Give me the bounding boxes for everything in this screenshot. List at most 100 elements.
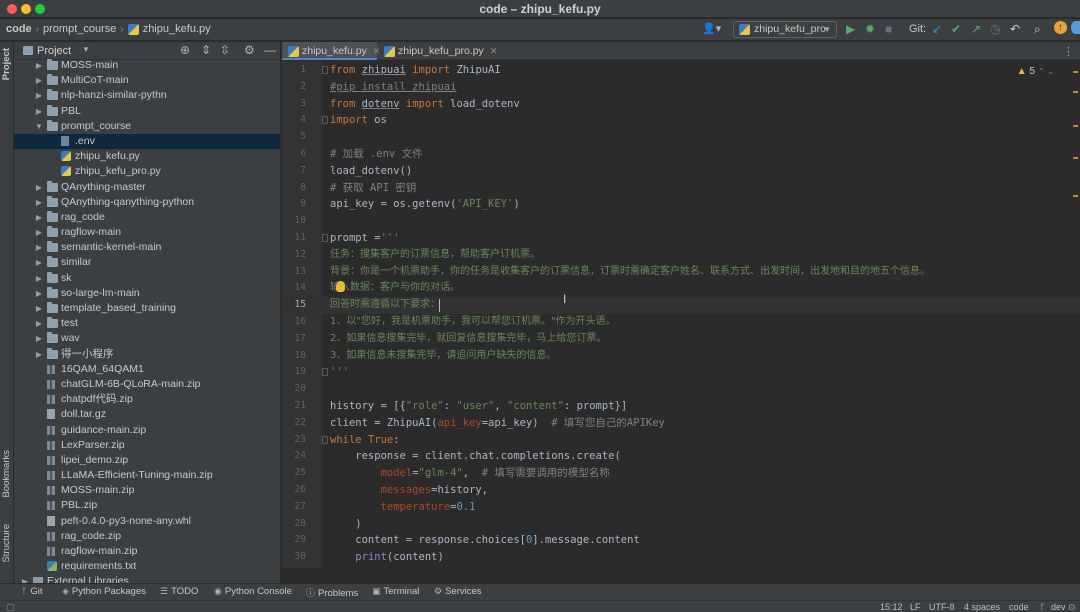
chevron-right-icon[interactable]: ▶ (34, 301, 44, 316)
chevron-right-icon[interactable]: ▶ (34, 255, 44, 270)
editor-scroll-markers[interactable] (1072, 65, 1078, 560)
chevron-right-icon[interactable]: ▶ (34, 180, 44, 195)
close-icon[interactable]: ✕ (490, 46, 498, 56)
code-line[interactable]: 5 (282, 129, 1080, 146)
tool-window-button[interactable]: ⚙ Services (434, 586, 482, 597)
chevron-right-icon[interactable]: ▶ (34, 316, 44, 331)
minimize-icon[interactable]: — (264, 43, 276, 57)
inspection-widget[interactable]: ▲ 5 ⌃ ⌄ (1017, 66, 1054, 77)
structure-tool-tab[interactable]: Structure (1, 524, 12, 563)
push-icon[interactable]: ↗ (971, 22, 981, 36)
chevron-down-icon[interactable]: ▼ (82, 45, 90, 54)
tree-folder[interactable]: ▶ wav (14, 331, 280, 346)
indent-setting[interactable]: 4 spaces (964, 601, 1000, 612)
git-branch[interactable]: dev (1051, 601, 1066, 612)
chevron-right-icon[interactable]: ▶ (34, 210, 44, 225)
tree-file[interactable]: MOSS-main.zip (14, 483, 280, 498)
tree-file[interactable]: LLaMA-Efficient-Tuning-main.zip (14, 468, 280, 483)
search-icon[interactable]: ⌕ (1034, 22, 1041, 36)
code-line[interactable]: 14 输入数据：客户与你的对话。 (282, 280, 1080, 297)
user-icon[interactable]: 👤▾ (702, 22, 721, 36)
caret-position[interactable]: 15:12 (880, 601, 903, 612)
python-interpreter[interactable]: code (1009, 601, 1029, 612)
tool-window-button[interactable]: ▣ Terminal (372, 586, 419, 597)
code-line[interactable]: 28 ) (282, 516, 1080, 533)
locate-icon[interactable]: ⊕ (180, 43, 190, 57)
fold-marker-icon[interactable] (322, 368, 328, 377)
code-line[interactable]: 13 背景：你是一个机票助手，你的任务是收集客户的订票信息，订票时需确定客户姓名、… (282, 264, 1080, 281)
tree-file[interactable]: zhipu_kefu.py (14, 149, 280, 164)
chevron-down-icon[interactable]: ⌄ (1047, 67, 1054, 76)
code-editor[interactable]: 1 from zhipuai import ZhipuAI 2 #pip instal… (282, 61, 1080, 568)
tree-folder[interactable]: ▶ sk (14, 271, 280, 286)
code-line[interactable]: 9 api_key = os.getenv('API_KEY') (282, 196, 1080, 213)
file-encoding[interactable]: UTF-8 (929, 601, 955, 612)
code-line[interactable]: 3 from dotenv import load_dotenv (282, 96, 1080, 113)
code-line[interactable]: 29 content = response.choices[0].message… (282, 532, 1080, 549)
chevron-right-icon[interactable]: ▶ (34, 104, 44, 119)
tree-file[interactable]: requirements.txt (14, 559, 280, 574)
history-icon[interactable]: ◷ (990, 22, 1000, 36)
layout-icon[interactable]: ▢ (6, 601, 15, 612)
tool-window-button[interactable]: ☰ TODO (160, 586, 198, 597)
code-line[interactable]: 11 prompt =''' (282, 230, 1080, 247)
fold-marker-icon[interactable] (322, 435, 328, 444)
tree-folder[interactable]: ▶ so-large-lm-main (14, 286, 280, 301)
code-line[interactable]: 10 (282, 213, 1080, 230)
collapse-all-icon[interactable]: ⇳ (220, 43, 230, 57)
tool-window-button[interactable]: ◉ Python Console (214, 586, 292, 597)
tree-file[interactable]: chatpdf代码.zip (14, 392, 280, 407)
tree-file[interactable]: zhipu_kefu_pro.py (14, 164, 280, 179)
commit-icon[interactable]: ✔ (951, 22, 961, 36)
tool-window-button[interactable]: ᚶ Git (22, 586, 43, 597)
code-line[interactable]: 15 回答时需遵循以下要求： (282, 297, 1080, 314)
code-line[interactable]: 26 messages=history, (282, 482, 1080, 499)
code-line[interactable]: 6 # 加载 .env 文件 (282, 146, 1080, 163)
updates-icon[interactable]: ↑ (1054, 21, 1067, 34)
tree-folder[interactable]: ▼ prompt_course (14, 119, 280, 134)
chevron-right-icon[interactable]: ▶ (34, 331, 44, 346)
code-line[interactable]: 12 任务：搜集客户的订票信息，帮助客户订机票。 (282, 247, 1080, 264)
update-project-icon[interactable]: ↙ (932, 22, 942, 36)
code-line[interactable]: 25 model="glm-4", # 填写需要调用的模型名称 (282, 465, 1080, 482)
chevron-down-icon[interactable]: ▼ (34, 119, 44, 134)
chevron-right-icon[interactable]: ▶ (20, 574, 30, 583)
code-line[interactable]: 27 temperature=0.1 (282, 499, 1080, 516)
code-line[interactable]: 20 (282, 381, 1080, 398)
chevron-right-icon[interactable]: ▶ (34, 225, 44, 240)
tree-file[interactable]: ragflow-main.zip (14, 544, 280, 559)
line-separator[interactable]: LF (910, 601, 921, 612)
chevron-right-icon[interactable]: ▶ (34, 286, 44, 301)
rollback-icon[interactable]: ↶ (1010, 22, 1020, 36)
tree-file[interactable]: lipei_demo.zip (14, 453, 280, 468)
tree-folder[interactable]: ▶ PBL (14, 104, 280, 119)
tree-file[interactable]: 16QAM_64QAM1 (14, 362, 280, 377)
tree-folder[interactable]: ▶ similar (14, 255, 280, 270)
chevron-right-icon[interactable]: ▶ (34, 73, 44, 88)
tree-file[interactable]: PBL.zip (14, 498, 280, 513)
code-line[interactable]: 22 client = ZhipuAI(api_key=api_key) # 填写… (282, 415, 1080, 432)
lock-icon[interactable]: ⊙ (1068, 601, 1076, 612)
tree-folder[interactable]: ▶ MultiCoT-main (14, 73, 280, 88)
chevron-right-icon[interactable]: ▶ (34, 58, 44, 73)
tree-folder[interactable]: ▶ MOSS-main (14, 58, 280, 73)
tree-file[interactable]: peft-0.4.0-py3-none-any.whl (14, 514, 280, 529)
code-line[interactable]: 24 response = client.chat.completions.cr… (282, 448, 1080, 465)
plugin-icon[interactable] (1071, 21, 1080, 34)
code-line[interactable]: 19 ''' (282, 364, 1080, 381)
code-line[interactable]: 1 from zhipuai import ZhipuAI (282, 62, 1080, 79)
more-icon[interactable]: ⋮ (1063, 45, 1074, 58)
chevron-right-icon[interactable]: ▶ (34, 88, 44, 103)
tree-folder[interactable]: ▶ nlp-hanzi-similar-pythn (14, 88, 280, 103)
tab-zhipu-kefu-pro[interactable]: zhipu_kefu_pro.py ✕ (378, 42, 508, 60)
tree-folder[interactable]: ▶ QAnything-qanything-python (14, 195, 280, 210)
breadcrumb-folder[interactable]: prompt_course (43, 23, 116, 35)
gear-icon[interactable]: ⚙ (244, 43, 255, 57)
code-line[interactable]: 18 3、如果信息未搜集完毕，请追问用户缺失的信息。 (282, 348, 1080, 365)
fold-marker-icon[interactable] (322, 116, 328, 125)
breadcrumb-root[interactable]: code (6, 23, 32, 35)
code-line[interactable]: 21 history = [{"role": "user", "content":… (282, 398, 1080, 415)
code-line[interactable]: 16 1、以"您好，我是机票助手，我可以帮您订机票。"作为开头语。 (282, 314, 1080, 331)
tree-folder[interactable]: ▶ QAnything-master (14, 180, 280, 195)
project-view-selector[interactable]: Project (37, 45, 71, 57)
